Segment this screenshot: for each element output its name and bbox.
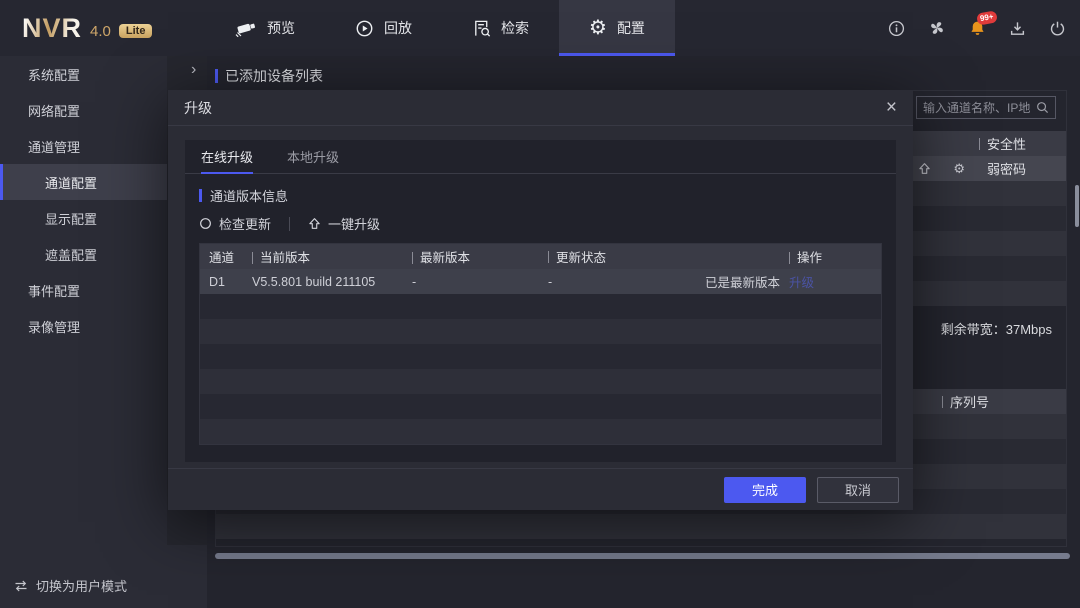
- tab-label: 回放: [384, 18, 412, 38]
- cell-current-version: V5.5.801 build 211105: [252, 275, 412, 289]
- sidebar-collapse-icon[interactable]: ›: [191, 62, 196, 78]
- upgrade-table: 通道 当前版本 最新版本 更新状态 操作 D1 V5.5.801 build 2…: [199, 243, 882, 445]
- cell-channel: D1: [200, 275, 252, 289]
- security-header-label: 安全性: [987, 134, 1026, 153]
- status-text: 已是最新版本: [705, 272, 780, 291]
- tab-config[interactable]: ⚙ 配置: [559, 0, 675, 56]
- cell-latest-version: -: [412, 275, 548, 289]
- playback-icon: [355, 19, 374, 38]
- upgrade-dialog-footer: 完成 取消: [168, 468, 913, 510]
- upgrade-table-empty-row: [200, 294, 881, 319]
- cell-operation: 升级: [789, 272, 881, 291]
- upgrade-table-empty-row: [200, 419, 881, 444]
- tab-preview[interactable]: 预览: [205, 0, 325, 56]
- tab-label: 检索: [501, 18, 529, 38]
- sidebar-menu: 系统配置 网络配置 通道管理 通道配置 显示配置 遮盖配置 事件配置 录像管理: [0, 56, 167, 344]
- upgrade-table-empty-row: [200, 369, 881, 394]
- tab-local-upgrade[interactable]: 本地升级: [287, 140, 339, 174]
- vertical-scrollbar[interactable]: [1075, 185, 1079, 227]
- alarm-bell-icon[interactable]: 99+: [969, 20, 986, 37]
- cancel-button[interactable]: 取消: [817, 477, 899, 503]
- device-list-title: 已添加设备列表: [225, 66, 323, 86]
- camera-icon: [235, 20, 257, 37]
- upgrade-table-header: 通道 当前版本 最新版本 更新状态 操作: [200, 244, 881, 269]
- upgrade-actions: 检查更新 一键升级: [199, 214, 896, 233]
- channel-version-section-head: 通道版本信息: [199, 186, 896, 205]
- weak-password-label: 弱密码: [987, 159, 1026, 178]
- alarm-count-badge: 99+: [976, 10, 997, 25]
- upgrade-dialog-titlebar: 升级 ×: [168, 90, 913, 126]
- sidebar-item-display-config[interactable]: 显示配置: [0, 200, 167, 236]
- serial-header-label: 序列号: [950, 392, 989, 411]
- horizontal-scrollbar[interactable]: [215, 553, 1070, 559]
- col-latest-version: 最新版本: [412, 247, 548, 266]
- tab-label: 配置: [617, 18, 645, 38]
- search-doc-icon: [472, 19, 491, 38]
- channel-version-title: 通道版本信息: [210, 186, 288, 205]
- upgrade-arrow-icon[interactable]: [918, 162, 931, 175]
- col-update-status: 更新状态: [548, 247, 789, 266]
- upgrade-arrow-icon: [308, 217, 321, 230]
- app-logo: NVR 4.0 Lite: [22, 0, 152, 56]
- upgrade-empty-rows: [200, 294, 881, 444]
- sidebar-item-record-mgmt[interactable]: 录像管理: [0, 308, 167, 344]
- sidebar-item-event-config[interactable]: 事件配置: [0, 272, 167, 308]
- sidebar-item-channel-config[interactable]: 通道配置: [0, 164, 167, 200]
- upgrade-panel: 在线升级 本地升级 通道版本信息 检查更新: [185, 140, 896, 462]
- upgrade-table-empty-row: [200, 319, 881, 344]
- switch-mode-label: 切换为用户模式: [36, 576, 127, 595]
- tab-label: 预览: [267, 18, 295, 38]
- tab-playback[interactable]: 回放: [325, 0, 442, 56]
- logo-version: 4.0: [90, 23, 111, 40]
- download-icon[interactable]: [1009, 20, 1026, 37]
- main-nav: 预览 回放 检索 ⚙ 配置: [205, 0, 675, 56]
- bandwidth-label: 剩余带宽：37Mbps: [941, 319, 1052, 338]
- table-row: [216, 514, 1066, 539]
- top-header: NVR 4.0 Lite 预览 回放 检索: [0, 0, 1080, 56]
- sidebar-item-network-config[interactable]: 网络配置: [0, 92, 167, 128]
- channel-search-input[interactable]: [923, 101, 1032, 115]
- fan-icon[interactable]: [928, 19, 946, 37]
- upgrade-dialog-title: 升级: [184, 98, 212, 118]
- device-list-section-head: 已添加设备列表: [215, 66, 323, 86]
- one-key-upgrade-button[interactable]: 一键升级: [308, 214, 380, 233]
- finish-button[interactable]: 完成: [724, 477, 806, 503]
- gear-icon: ⚙: [589, 18, 607, 38]
- tab-search[interactable]: 检索: [442, 0, 559, 56]
- upgrade-table-empty-row: [200, 394, 881, 419]
- upgrade-table-row-d1[interactable]: D1 V5.5.801 build 211105 - - 已是最新版本 升级: [200, 269, 881, 294]
- section-marker: [199, 189, 202, 202]
- sidebar-item-channel-mgmt[interactable]: 通道管理: [0, 128, 167, 164]
- power-icon[interactable]: [1049, 20, 1066, 37]
- logo-edition-badge: Lite: [119, 24, 153, 38]
- close-icon[interactable]: ×: [886, 98, 897, 117]
- col-operation: 操作: [789, 247, 881, 266]
- sidebar-item-system-config[interactable]: 系统配置: [0, 56, 167, 92]
- upgrade-dialog: 升级 × 在线升级 本地升级 通道版本信息: [168, 90, 913, 510]
- search-icon: [1036, 101, 1049, 114]
- info-icon[interactable]: [888, 20, 905, 37]
- settings-gear-icon[interactable]: ⚙: [953, 162, 965, 175]
- switch-mode-icon: [14, 580, 28, 592]
- upgrade-link[interactable]: 升级: [789, 276, 814, 290]
- check-update-button[interactable]: 检查更新: [199, 214, 271, 233]
- switch-user-mode-button[interactable]: 切换为用户模式: [14, 576, 127, 595]
- tab-online-upgrade[interactable]: 在线升级: [201, 140, 253, 174]
- cell-update-status: - 已是最新版本: [548, 272, 789, 291]
- upgrade-table-empty-row: [200, 344, 881, 369]
- sidebar-item-mask-config[interactable]: 遮盖配置: [0, 236, 167, 272]
- refresh-icon: [199, 217, 212, 230]
- col-current-version: 当前版本: [252, 247, 412, 266]
- col-channel: 通道: [200, 247, 252, 266]
- section-marker: [215, 69, 218, 83]
- channel-search-box: [916, 96, 1056, 119]
- nvr-app: NVR 4.0 Lite 预览 回放 检索: [0, 0, 1080, 608]
- upgrade-tabs: 在线升级 本地升级: [185, 140, 896, 174]
- header-status-icons: 99+: [888, 0, 1066, 56]
- logo-product: NVR: [22, 13, 82, 44]
